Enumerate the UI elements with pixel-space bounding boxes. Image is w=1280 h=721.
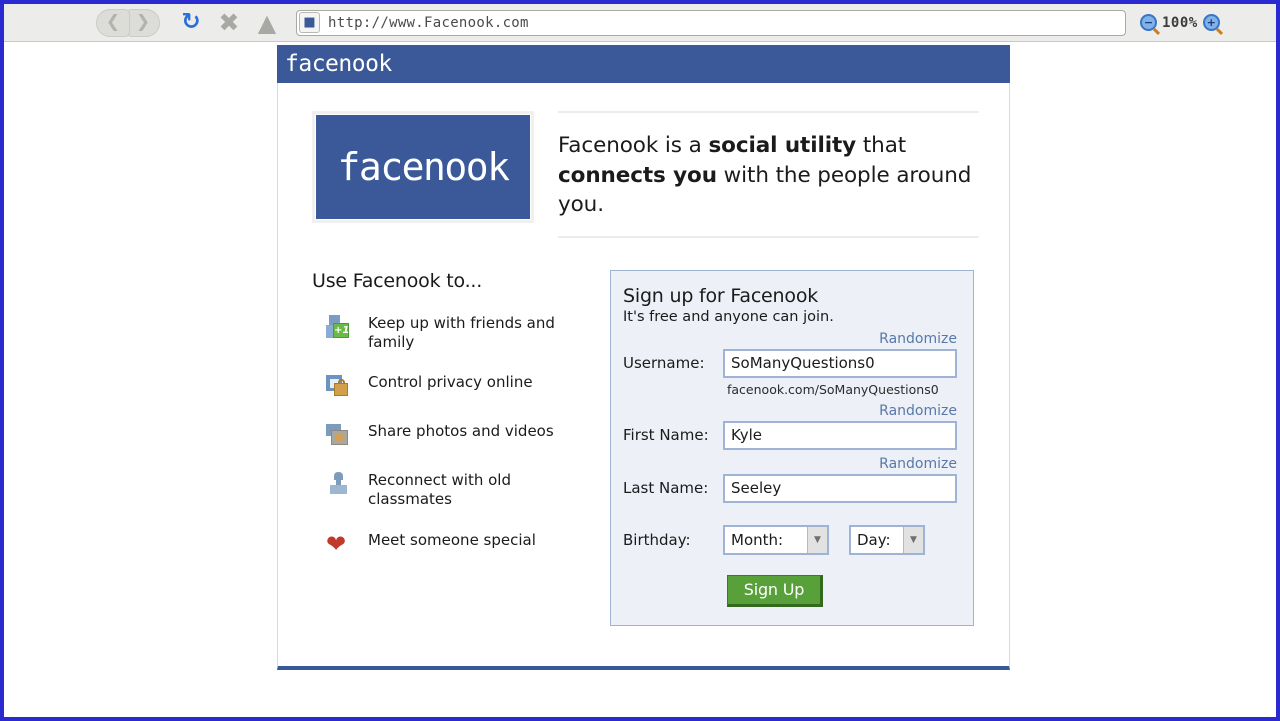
list-item-label: Keep up with friends and family — [368, 313, 555, 351]
chevron-right-icon: ❯ — [135, 12, 151, 32]
address-bar[interactable]: ■ — [296, 9, 1126, 36]
uses-title: Use Facenook to... — [312, 269, 483, 292]
logo-inner: facenook — [316, 115, 530, 219]
page-body: facenook Facenook is a social utility th… — [277, 83, 1010, 670]
site-header: facenook — [277, 45, 1010, 83]
forward-button[interactable]: ❯ — [126, 8, 160, 37]
randomize-last-name-link[interactable]: Randomize — [623, 456, 957, 472]
add-friend-icon: +1 — [326, 314, 352, 341]
chevron-down-icon: ▼ — [807, 526, 827, 553]
username-input[interactable] — [723, 348, 957, 378]
logo-text: facenook — [337, 145, 510, 189]
zoom-out-button[interactable]: − — [1140, 14, 1157, 31]
birthday-day-select[interactable]: Day: ▼ — [849, 524, 925, 555]
heart-icon: ❤ — [326, 529, 347, 558]
list-item: Reconnect with old classmates — [312, 471, 582, 509]
page-icon: ■ — [299, 12, 320, 33]
tagline-bold1: social utility — [708, 133, 857, 158]
list-item-label: Reconnect with old classmates — [368, 471, 511, 509]
intro-section: facenook Facenook is a social utility th… — [278, 83, 1009, 238]
last-name-row: Last Name: — [623, 473, 957, 503]
tagline-bold2: connects you — [558, 162, 717, 188]
username-url-hint: facenook.com/SoManyQuestions0 — [727, 381, 939, 397]
birthday-day-value: Day: — [857, 530, 891, 549]
tagline-column: Facenook is a social utility that connec… — [558, 111, 979, 238]
signup-title: Sign up for Facenook — [623, 284, 819, 307]
randomize-username-link[interactable]: Randomize — [623, 331, 957, 347]
zoom-level-label: 100% — [1162, 14, 1198, 31]
username-row: Username: — [623, 348, 957, 378]
reload-icon: ↻ — [181, 9, 201, 35]
tagline-part2: that — [856, 133, 907, 158]
tagline-part1: Facenook is a — [558, 133, 709, 158]
back-button[interactable]: ❮ — [96, 8, 130, 37]
first-name-input[interactable] — [723, 420, 957, 450]
list-item-label: Control privacy online — [368, 373, 533, 392]
randomize-first-name-link[interactable]: Randomize — [623, 403, 957, 419]
browser-window: ❮ ❯ ↻ ✖ ▲ ■ − 100% + facenook — [0, 0, 1280, 721]
reload-button[interactable]: ↻ — [176, 8, 206, 38]
page-viewport: facenook facenook Facenook is a social u… — [4, 42, 1276, 717]
close-icon: ✖ — [218, 8, 240, 37]
last-name-input[interactable] — [723, 473, 957, 503]
sign-up-button[interactable]: Sign Up — [727, 574, 823, 607]
privacy-lock-icon — [326, 374, 352, 400]
content-section: Use Facenook to... +1 Keep up with frien… — [278, 238, 1009, 626]
site-header-title: facenook — [285, 51, 392, 77]
signup-subtitle: It's free and anyone can join. — [623, 308, 834, 325]
first-name-row: First Name: — [623, 420, 957, 450]
home-icon: ▲ — [257, 8, 277, 37]
uses-list: Use Facenook to... +1 Keep up with frien… — [312, 270, 582, 626]
chevron-left-icon: ❮ — [105, 12, 121, 32]
zoom-in-button[interactable]: + — [1202, 14, 1220, 31]
chevron-down-icon: ▼ — [903, 526, 923, 553]
list-item: +1 Keep up with friends and family — [312, 314, 582, 352]
zoom-controls: − 100% + — [1140, 14, 1220, 31]
first-name-label: First Name: — [623, 426, 709, 445]
signup-form: Sign up for Facenook It's free and anyon… — [610, 269, 974, 626]
facenook-logo: facenook — [312, 111, 534, 223]
birthday-month-value: Month: — [731, 530, 784, 549]
url-input[interactable] — [326, 13, 1125, 32]
stop-button[interactable]: ✖ — [214, 8, 244, 38]
birthday-label: Birthday: — [623, 530, 691, 549]
person-icon — [326, 472, 352, 498]
tagline: Facenook is a social utility that connec… — [558, 113, 979, 236]
browser-toolbar: ❮ ❯ ↻ ✖ ▲ ■ − 100% + — [4, 4, 1276, 42]
username-label: Username: — [623, 354, 705, 373]
facenook-page: facenook facenook Facenook is a social u… — [277, 45, 1010, 670]
list-item-label: Share photos and videos — [368, 422, 554, 441]
list-item: Share photos and videos — [312, 422, 582, 449]
photo-icon — [326, 423, 352, 449]
list-item: Control privacy online — [312, 373, 582, 400]
list-item: ❤ Meet someone special — [312, 531, 582, 558]
home-button[interactable]: ▲ — [252, 8, 282, 38]
birthday-month-select[interactable]: Month: ▼ — [723, 524, 829, 555]
divider-bottom — [558, 235, 979, 238]
list-item-label: Meet someone special — [368, 530, 536, 549]
last-name-label: Last Name: — [623, 479, 709, 498]
birthday-row: Birthday: Month: ▼ Day: ▼ — [623, 524, 957, 555]
